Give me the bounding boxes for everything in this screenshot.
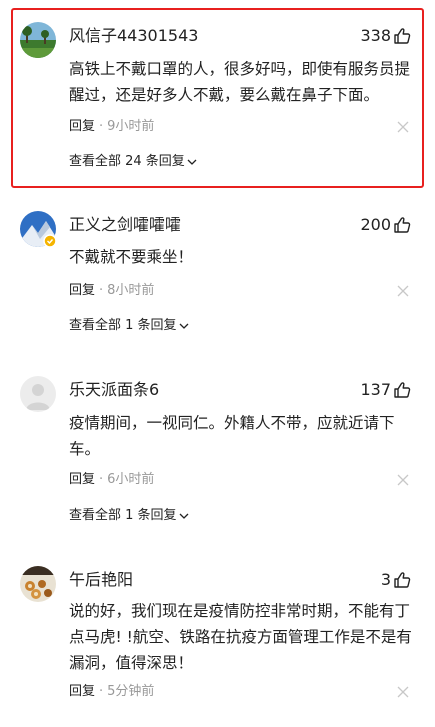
view-replies-label: 查看全部 24 条回复 (69, 154, 185, 169)
chevron-down-icon (179, 513, 189, 519)
close-icon[interactable] (397, 474, 409, 486)
reply-button[interactable]: 回复 (69, 283, 95, 299)
default-person-avatar-icon[interactable] (20, 376, 56, 412)
separator: · (99, 472, 104, 487)
comment-meta: 回复 · 9小时前 (69, 119, 154, 135)
view-replies-label: 查看全部 1 条回复 (69, 508, 177, 523)
timestamp: 9小时前 (107, 119, 155, 134)
view-replies-button[interactable]: 查看全部 24 条回复 (69, 154, 197, 170)
separator: · (99, 684, 104, 699)
like-count: 338 (360, 26, 391, 45)
reply-button[interactable]: 回复 (69, 472, 95, 488)
like-count: 137 (360, 380, 391, 399)
chevron-down-icon (179, 323, 189, 329)
thumbs-up-icon (394, 382, 411, 398)
username[interactable]: 风信子44301543 (69, 26, 198, 46)
reply-button[interactable]: 回复 (69, 684, 95, 700)
comment-text: 高铁上不戴口罩的人，很多好吗，即使有服务员提醒过，还是好多人不戴，要么戴在鼻子下… (69, 60, 411, 104)
timestamp: 8小时前 (107, 283, 155, 298)
thumbs-up-icon (394, 217, 411, 233)
comment-text: 疫情期间，一视同仁。外籍人不带，应就近请下车。 (69, 414, 395, 458)
view-replies-label: 查看全部 1 条回复 (69, 318, 177, 333)
like-button[interactable]: 137 (360, 380, 411, 400)
comment-meta: 回复 · 5分钟前 (69, 684, 154, 700)
landscape-avatar-icon[interactable] (20, 22, 56, 58)
thumbs-up-icon (394, 28, 411, 44)
close-icon[interactable] (397, 686, 409, 698)
chevron-down-icon (187, 159, 197, 165)
close-icon[interactable] (397, 285, 409, 297)
like-count: 200 (360, 215, 391, 234)
food-photo-avatar-icon[interactable] (20, 566, 56, 602)
mountain-verified-avatar-icon[interactable] (20, 211, 57, 248)
separator: · (99, 119, 104, 134)
comment-text: 不戴就不要乘坐！ (69, 248, 194, 266)
username[interactable]: 正义之剑嚯嚯嚯 (69, 215, 181, 235)
timestamp: 5分钟前 (107, 684, 155, 699)
like-button[interactable]: 338 (360, 26, 411, 46)
view-replies-button[interactable]: 查看全部 1 条回复 (69, 508, 189, 524)
like-count: 3 (380, 570, 391, 589)
comment-text: 说的好，我们现在是疫情防控非常时期，不能有丁点马虎! !航空、铁路在抗疫方面管理… (69, 602, 412, 672)
close-icon[interactable] (397, 121, 409, 133)
separator: · (99, 283, 104, 298)
thumbs-up-icon (394, 572, 411, 588)
username[interactable]: 午后艳阳 (69, 570, 133, 590)
comment-meta: 回复 · 6小时前 (69, 472, 154, 488)
like-button[interactable]: 200 (360, 215, 411, 235)
comment-meta: 回复 · 8小时前 (69, 283, 154, 299)
view-replies-button[interactable]: 查看全部 1 条回复 (69, 318, 189, 334)
timestamp: 6小时前 (107, 472, 155, 487)
username[interactable]: 乐天派面条6 (69, 380, 159, 400)
reply-button[interactable]: 回复 (69, 119, 95, 135)
like-button[interactable]: 3 (381, 570, 411, 590)
